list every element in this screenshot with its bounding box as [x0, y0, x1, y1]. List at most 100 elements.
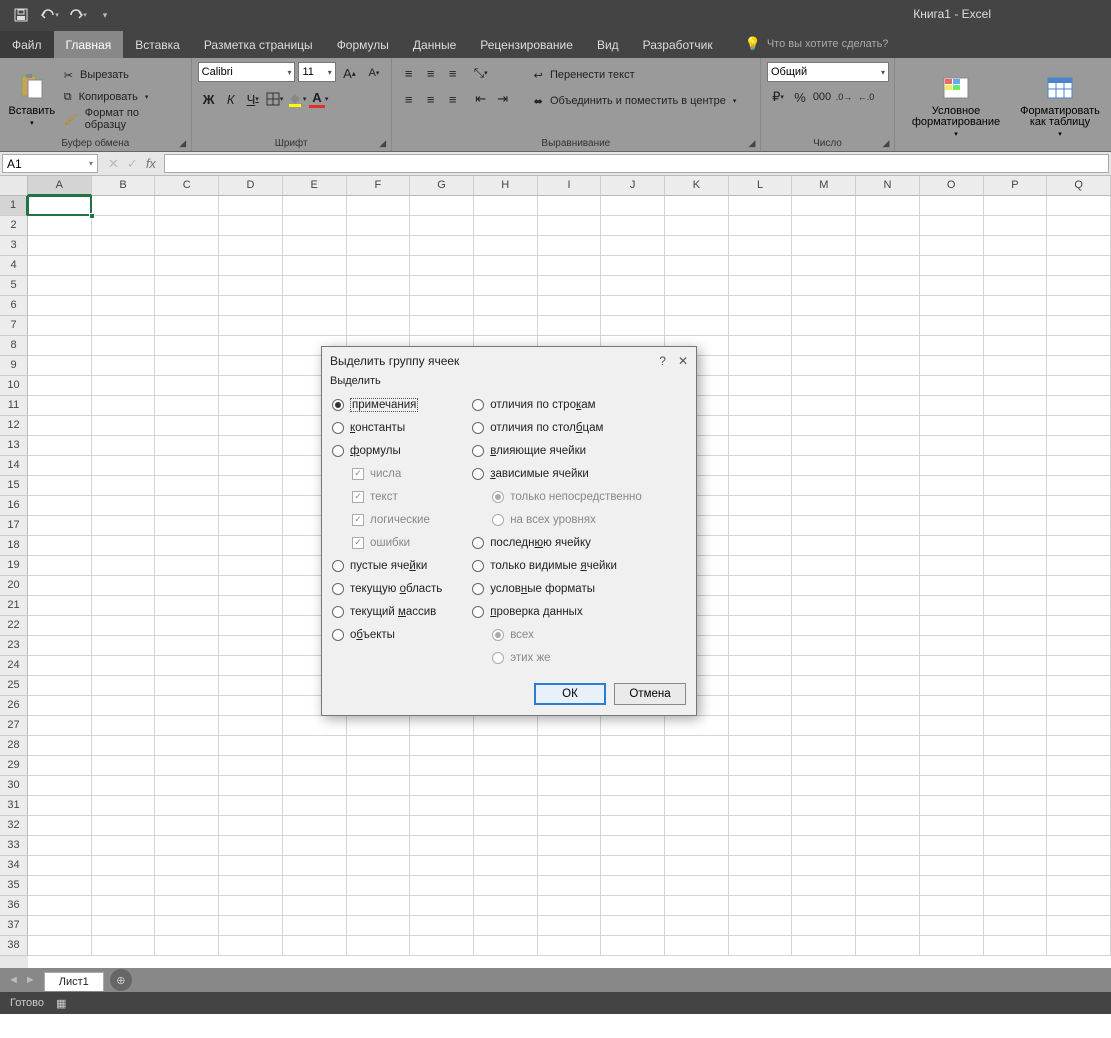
- tab-developer[interactable]: Разработчик: [631, 30, 725, 58]
- cell[interactable]: [28, 376, 92, 396]
- cell[interactable]: [92, 416, 156, 436]
- add-sheet-icon[interactable]: ⊕: [110, 969, 132, 991]
- cell[interactable]: [729, 496, 793, 516]
- cell[interactable]: [665, 716, 729, 736]
- cell[interactable]: [92, 396, 156, 416]
- cell[interactable]: [28, 636, 92, 656]
- cell[interactable]: [283, 196, 347, 216]
- cell[interactable]: [729, 516, 793, 536]
- cell[interactable]: [984, 276, 1048, 296]
- cell[interactable]: [792, 716, 856, 736]
- tab-review[interactable]: Рецензирование: [468, 30, 585, 58]
- column-header-D[interactable]: D: [219, 176, 283, 196]
- cell[interactable]: [474, 856, 538, 876]
- cell[interactable]: [155, 436, 219, 456]
- cell[interactable]: [219, 196, 283, 216]
- font-size-combo[interactable]: 11▾: [298, 62, 335, 82]
- cell[interactable]: [92, 616, 156, 636]
- fill-handle[interactable]: [89, 213, 95, 219]
- cell[interactable]: [1047, 556, 1111, 576]
- cell[interactable]: [920, 236, 984, 256]
- cell[interactable]: [1047, 516, 1111, 536]
- cell[interactable]: [28, 676, 92, 696]
- cell[interactable]: [601, 896, 665, 916]
- cell[interactable]: [155, 836, 219, 856]
- cell[interactable]: [1047, 296, 1111, 316]
- select-all-corner[interactable]: [0, 176, 28, 196]
- cell[interactable]: [920, 516, 984, 536]
- cell[interactable]: [410, 196, 474, 216]
- cell[interactable]: [601, 916, 665, 936]
- cell[interactable]: [856, 456, 920, 476]
- cell[interactable]: [920, 536, 984, 556]
- conditional-formatting-button[interactable]: Условное форматирование▾: [901, 62, 1011, 147]
- cell[interactable]: [219, 256, 283, 276]
- cell[interactable]: [283, 776, 347, 796]
- cell[interactable]: [347, 196, 411, 216]
- cancel-button[interactable]: Отмена: [614, 683, 686, 705]
- decrease-decimal-icon[interactable]: ←.0: [855, 86, 877, 108]
- cell[interactable]: [28, 536, 92, 556]
- cell[interactable]: [92, 276, 156, 296]
- cell[interactable]: [729, 276, 793, 296]
- cell[interactable]: [984, 396, 1048, 416]
- cell[interactable]: [920, 336, 984, 356]
- cell[interactable]: [920, 896, 984, 916]
- cell[interactable]: [155, 716, 219, 736]
- cell[interactable]: [729, 656, 793, 676]
- cell[interactable]: [601, 816, 665, 836]
- row-header-21[interactable]: 21: [0, 596, 28, 616]
- cell[interactable]: [984, 716, 1048, 736]
- cell[interactable]: [92, 636, 156, 656]
- cell[interactable]: [28, 836, 92, 856]
- radio-precedents[interactable]: влияющие ячейки: [472, 441, 642, 460]
- cell[interactable]: [984, 216, 1048, 236]
- cell[interactable]: [219, 736, 283, 756]
- cell[interactable]: [538, 736, 602, 756]
- column-header-C[interactable]: C: [155, 176, 219, 196]
- cell[interactable]: [984, 676, 1048, 696]
- cell[interactable]: [474, 316, 538, 336]
- cell[interactable]: [219, 456, 283, 476]
- cell[interactable]: [792, 536, 856, 556]
- cell[interactable]: [28, 656, 92, 676]
- cell[interactable]: [92, 516, 156, 536]
- cell[interactable]: [92, 456, 156, 476]
- cell[interactable]: [219, 856, 283, 876]
- borders-button[interactable]: ▾: [264, 88, 286, 110]
- cell[interactable]: [792, 296, 856, 316]
- cell[interactable]: [792, 756, 856, 776]
- clipboard-dialog-launcher-icon[interactable]: ◢: [177, 137, 189, 149]
- cell[interactable]: [347, 896, 411, 916]
- cell[interactable]: [920, 316, 984, 336]
- cell[interactable]: [665, 936, 729, 956]
- cell[interactable]: [792, 696, 856, 716]
- cell[interactable]: [920, 376, 984, 396]
- cell[interactable]: [920, 356, 984, 376]
- cell[interactable]: [601, 256, 665, 276]
- cell[interactable]: [1047, 416, 1111, 436]
- cell[interactable]: [792, 616, 856, 636]
- cell[interactable]: [410, 856, 474, 876]
- cell[interactable]: [1047, 696, 1111, 716]
- cell[interactable]: [984, 256, 1048, 276]
- cell[interactable]: [474, 216, 538, 236]
- cell[interactable]: [474, 896, 538, 916]
- cell[interactable]: [474, 816, 538, 836]
- cell[interactable]: [729, 916, 793, 936]
- cell[interactable]: [155, 876, 219, 896]
- cell[interactable]: [856, 636, 920, 656]
- cell[interactable]: [665, 796, 729, 816]
- row-header-38[interactable]: 38: [0, 936, 28, 956]
- cell[interactable]: [28, 596, 92, 616]
- column-header-M[interactable]: M: [792, 176, 856, 196]
- cell[interactable]: [792, 596, 856, 616]
- cell[interactable]: [92, 336, 156, 356]
- cell[interactable]: [538, 776, 602, 796]
- cell[interactable]: [28, 736, 92, 756]
- cell[interactable]: [1047, 916, 1111, 936]
- row-header-32[interactable]: 32: [0, 816, 28, 836]
- format-as-table-button[interactable]: Форматировать как таблицу▾: [1015, 62, 1105, 147]
- cell[interactable]: [92, 856, 156, 876]
- cell[interactable]: [155, 236, 219, 256]
